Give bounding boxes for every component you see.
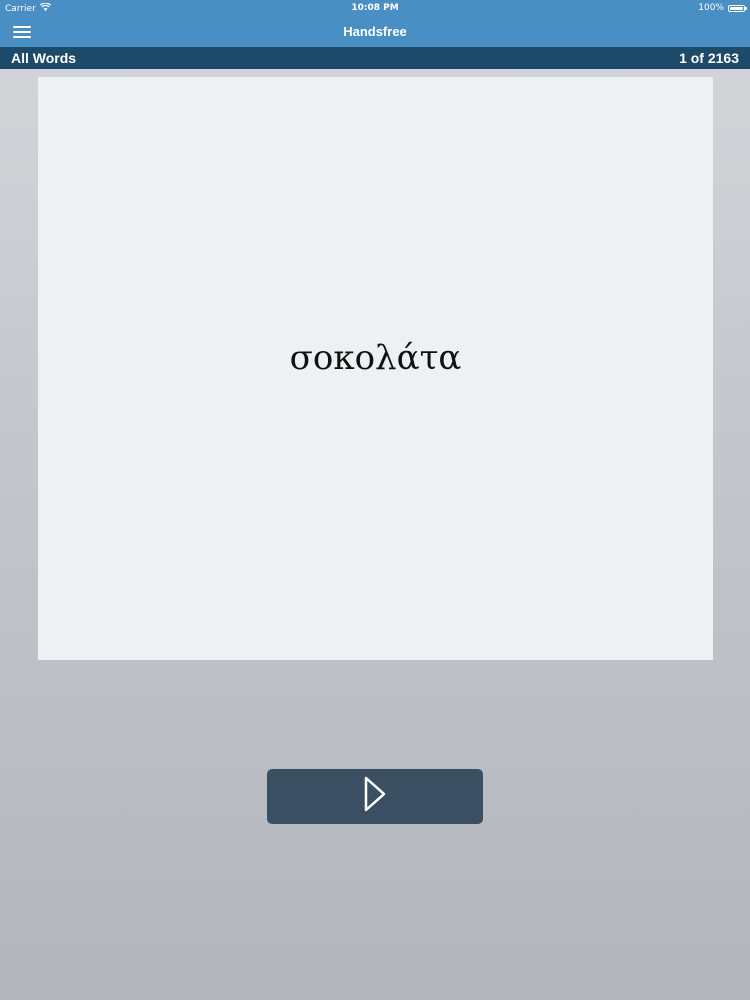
battery-icon [728, 4, 747, 12]
flashcard[interactable]: σοκολάτα [38, 77, 713, 660]
play-button[interactable] [267, 769, 483, 824]
battery-fill [730, 6, 743, 10]
status-bar: Carrier 10:08 PM 100% [0, 0, 750, 16]
battery-percent: 100% [698, 3, 724, 13]
status-time: 10:08 PM [351, 3, 399, 13]
word-list-name: All Words [11, 50, 77, 66]
status-right: 100% [698, 3, 747, 13]
card-counter: 1 of 2163 [679, 50, 739, 66]
nav-bar: Handsfree [0, 16, 750, 47]
play-icon [363, 776, 387, 817]
flashcard-word: σοκολάτα [289, 337, 462, 378]
deck-info-bar: All Words 1 of 2163 [0, 47, 750, 69]
page-title: Handsfree [343, 24, 407, 39]
